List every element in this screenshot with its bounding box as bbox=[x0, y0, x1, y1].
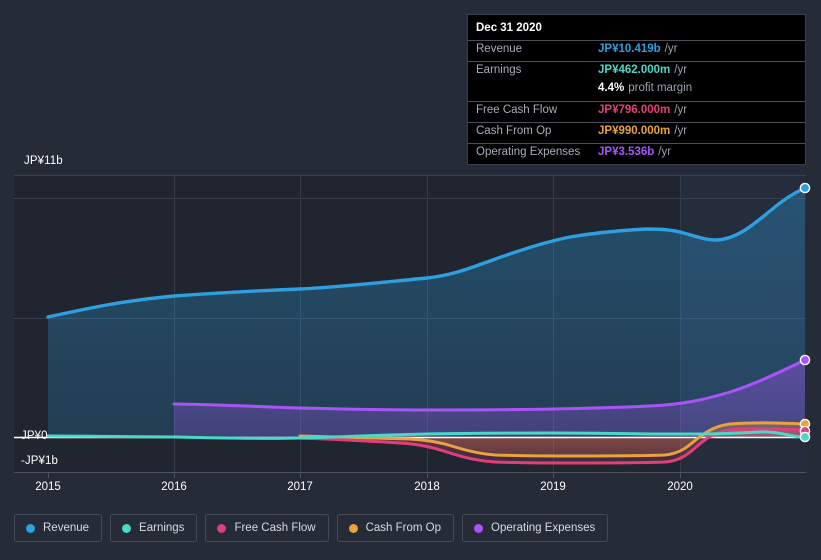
legend-label-operating-expenses: Operating Expenses bbox=[491, 522, 596, 534]
tooltip-value-earnings: JP¥462.000m bbox=[598, 64, 671, 76]
y-axis-label-zero: JP¥0 bbox=[21, 430, 48, 442]
chart-tooltip: Dec 31 2020 Revenue JP¥10.419b /yr Earni… bbox=[467, 14, 806, 165]
x-axis-label-2019: 2019 bbox=[540, 481, 566, 493]
tooltip-value-operating-expenses: JP¥3.536b bbox=[598, 146, 655, 158]
y-axis-label-negative: -JP¥1b bbox=[21, 455, 59, 467]
tooltip-row-earnings: Earnings JP¥462.000m /yr bbox=[468, 61, 805, 82]
tooltip-row-cash-from-op: Cash From Op JP¥990.000m /yr bbox=[468, 122, 805, 143]
tooltip-unit-revenue: /yr bbox=[664, 43, 678, 55]
tooltip-label-profit-margin: profit margin bbox=[628, 82, 693, 94]
tooltip-value-profit-margin: 4.4% bbox=[598, 82, 625, 94]
tooltip-unit-operating-expenses: /yr bbox=[658, 146, 672, 158]
tooltip-unit-earnings: /yr bbox=[674, 64, 688, 76]
tooltip-value-revenue: JP¥10.419b bbox=[598, 43, 661, 55]
legend-label-earnings: Earnings bbox=[139, 522, 185, 534]
x-axis-label-2016: 2016 bbox=[161, 481, 187, 493]
endpoint-marker-earnings bbox=[799, 431, 811, 443]
legend-dot-operating-expenses bbox=[474, 523, 484, 533]
y-axis-label-top: JP¥11b bbox=[24, 155, 63, 167]
x-axis-label-2015: 2015 bbox=[35, 481, 61, 493]
tooltip-row-operating-expenses: Operating Expenses JP¥3.536b /yr bbox=[468, 143, 805, 164]
legend-dot-earnings bbox=[122, 523, 132, 533]
legend-dot-revenue bbox=[26, 523, 35, 533]
legend-dot-cash-from-op bbox=[348, 523, 358, 533]
financial-chart-page: JP¥11b JP¥0 -JP¥1b 2015 2016 2017 2018 2… bbox=[0, 0, 821, 560]
legend-label-revenue: Revenue bbox=[43, 522, 90, 534]
tooltip-row-profit-margin: 4.4% profit margin bbox=[468, 82, 805, 101]
legend-label-free-cash-flow: Free Cash Flow bbox=[234, 522, 316, 534]
tooltip-row-free-cash-flow: Free Cash Flow JP¥796.000m /yr bbox=[468, 101, 805, 122]
legend-label-cash-from-op: Cash From Op bbox=[365, 522, 442, 534]
tooltip-label-free-cash-flow: Free Cash Flow bbox=[476, 104, 558, 116]
tooltip-value-cash-from-op: JP¥990.000m bbox=[598, 125, 671, 137]
tooltip-unit-cash-from-op: /yr bbox=[674, 125, 688, 137]
tooltip-unit-free-cash-flow: /yr bbox=[674, 104, 688, 116]
legend-item-free-cash-flow[interactable]: Free Cash Flow bbox=[205, 514, 329, 542]
endpoint-marker-operating-expenses bbox=[799, 354, 811, 366]
legend-dot-free-cash-flow bbox=[217, 523, 227, 533]
legend-item-operating-expenses[interactable]: Operating Expenses bbox=[462, 514, 609, 542]
tooltip-value-free-cash-flow: JP¥796.000m bbox=[598, 104, 671, 116]
legend-item-earnings[interactable]: Earnings bbox=[110, 514, 198, 542]
legend-item-cash-from-op[interactable]: Cash From Op bbox=[336, 514, 455, 542]
tooltip-row-revenue: Revenue JP¥10.419b /yr bbox=[468, 40, 805, 61]
tooltip-date: Dec 31 2020 bbox=[476, 22, 542, 34]
x-axis-label-2018: 2018 bbox=[414, 481, 440, 493]
chart-legend: Revenue Earnings Free Cash Flow Cash Fro… bbox=[14, 514, 609, 542]
tooltip-label-cash-from-op: Cash From Op bbox=[476, 125, 552, 137]
legend-item-revenue[interactable]: Revenue bbox=[14, 514, 103, 542]
tooltip-label-revenue: Revenue bbox=[476, 43, 523, 55]
x-axis-label-2020: 2020 bbox=[667, 481, 693, 493]
endpoint-marker-revenue bbox=[799, 182, 811, 194]
tooltip-label-operating-expenses: Operating Expenses bbox=[476, 146, 581, 158]
x-axis-label-2017: 2017 bbox=[287, 481, 313, 493]
tooltip-label-earnings: Earnings bbox=[476, 64, 522, 76]
